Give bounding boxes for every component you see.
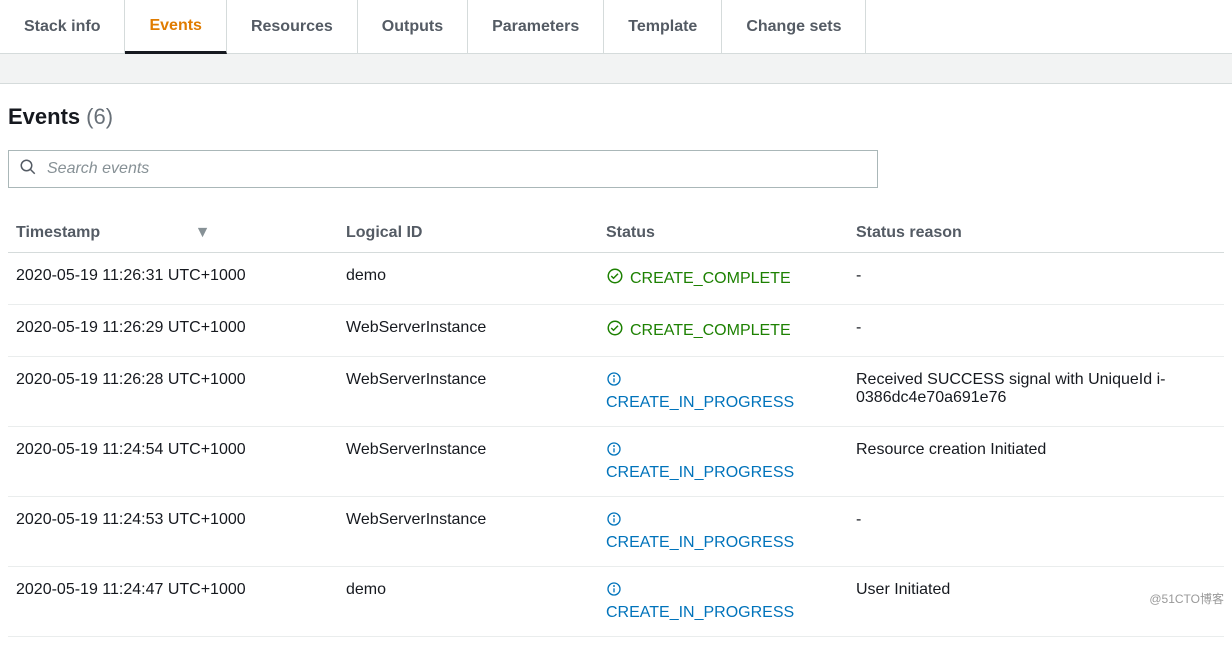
cell-status-reason: Received SUCCESS signal with UniqueId i-… — [848, 357, 1224, 427]
cell-status: CREATE_IN_PROGRESS — [598, 497, 848, 567]
search-input[interactable] — [47, 160, 867, 178]
cell-timestamp: 2020-05-19 11:24:53 UTC+1000 — [8, 497, 338, 567]
cell-timestamp: 2020-05-19 11:26:29 UTC+1000 — [8, 305, 338, 357]
cell-timestamp: 2020-05-19 11:26:28 UTC+1000 — [8, 357, 338, 427]
table-row: 2020-05-19 11:24:53 UTC+1000WebServerIns… — [8, 497, 1224, 567]
cell-status-reason: - — [848, 497, 1224, 567]
sort-caret-down-icon: ▼ — [195, 224, 211, 242]
cell-timestamp: 2020-05-19 11:26:31 UTC+1000 — [8, 253, 338, 305]
cell-logical-id: WebServerInstance — [338, 357, 598, 427]
cell-status: CREATE_IN_PROGRESS — [598, 567, 848, 637]
info-circle-icon — [606, 371, 622, 392]
col-status-reason[interactable]: Status reason — [848, 214, 1224, 253]
status-label: CREATE_COMPLETE — [630, 270, 791, 288]
tab-outputs[interactable]: Outputs — [358, 0, 468, 53]
status-label: CREATE_COMPLETE — [630, 322, 791, 340]
watermark: @51CTO博客 — [1149, 590, 1224, 607]
spacer — [0, 54, 1232, 84]
cell-logical-id: WebServerInstance — [338, 497, 598, 567]
cell-status-reason: - — [848, 305, 1224, 357]
col-timestamp-label: Timestamp — [16, 224, 100, 241]
info-circle-icon — [606, 441, 622, 462]
status-label: CREATE_IN_PROGRESS — [606, 394, 794, 412]
cell-logical-id: WebServerInstance — [338, 427, 598, 497]
table-row: 2020-05-19 11:26:29 UTC+1000WebServerIns… — [8, 305, 1224, 357]
search-box[interactable] — [8, 150, 878, 188]
events-table: Timestamp ▼ Logical ID Status Status rea… — [8, 214, 1224, 637]
table-row: 2020-05-19 11:26:28 UTC+1000WebServerIns… — [8, 357, 1224, 427]
page-header: Events (6) — [8, 104, 1224, 130]
page-count: (6) — [86, 104, 113, 130]
status-label: CREATE_IN_PROGRESS — [606, 604, 794, 622]
status-label: CREATE_IN_PROGRESS — [606, 534, 794, 552]
content-area: Events (6) Timestamp ▼ Logical ID Status… — [0, 84, 1232, 657]
cell-status: CREATE_COMPLETE — [598, 253, 848, 305]
col-logical-id[interactable]: Logical ID — [338, 214, 598, 253]
search-icon — [19, 158, 37, 181]
check-circle-icon — [606, 319, 624, 342]
info-circle-icon — [606, 511, 622, 532]
cell-status: CREATE_COMPLETE — [598, 305, 848, 357]
tab-template[interactable]: Template — [604, 0, 722, 53]
tab-resources[interactable]: Resources — [227, 0, 358, 53]
info-circle-icon — [606, 581, 622, 602]
check-circle-icon — [606, 267, 624, 290]
cell-logical-id: WebServerInstance — [338, 305, 598, 357]
table-row: 2020-05-19 11:24:47 UTC+1000demo CREATE_I… — [8, 567, 1224, 637]
col-status[interactable]: Status — [598, 214, 848, 253]
cell-logical-id: demo — [338, 567, 598, 637]
cell-status-reason: Resource creation Initiated — [848, 427, 1224, 497]
tab-parameters[interactable]: Parameters — [468, 0, 604, 53]
cell-logical-id: demo — [338, 253, 598, 305]
col-timestamp[interactable]: Timestamp ▼ — [8, 214, 338, 253]
tab-events[interactable]: Events — [125, 0, 226, 54]
cell-status: CREATE_IN_PROGRESS — [598, 357, 848, 427]
cell-timestamp: 2020-05-19 11:24:54 UTC+1000 — [8, 427, 338, 497]
table-row: 2020-05-19 11:24:54 UTC+1000WebServerIns… — [8, 427, 1224, 497]
tab-stack-info[interactable]: Stack info — [0, 0, 125, 53]
tab-change-sets[interactable]: Change sets — [722, 0, 866, 53]
cell-status-reason: - — [848, 253, 1224, 305]
cell-status: CREATE_IN_PROGRESS — [598, 427, 848, 497]
page-title: Events — [8, 104, 80, 130]
table-row: 2020-05-19 11:26:31 UTC+1000demo CREATE_C… — [8, 253, 1224, 305]
cell-timestamp: 2020-05-19 11:24:47 UTC+1000 — [8, 567, 338, 637]
status-label: CREATE_IN_PROGRESS — [606, 464, 794, 482]
tab-bar: Stack info Events Resources Outputs Para… — [0, 0, 1232, 54]
